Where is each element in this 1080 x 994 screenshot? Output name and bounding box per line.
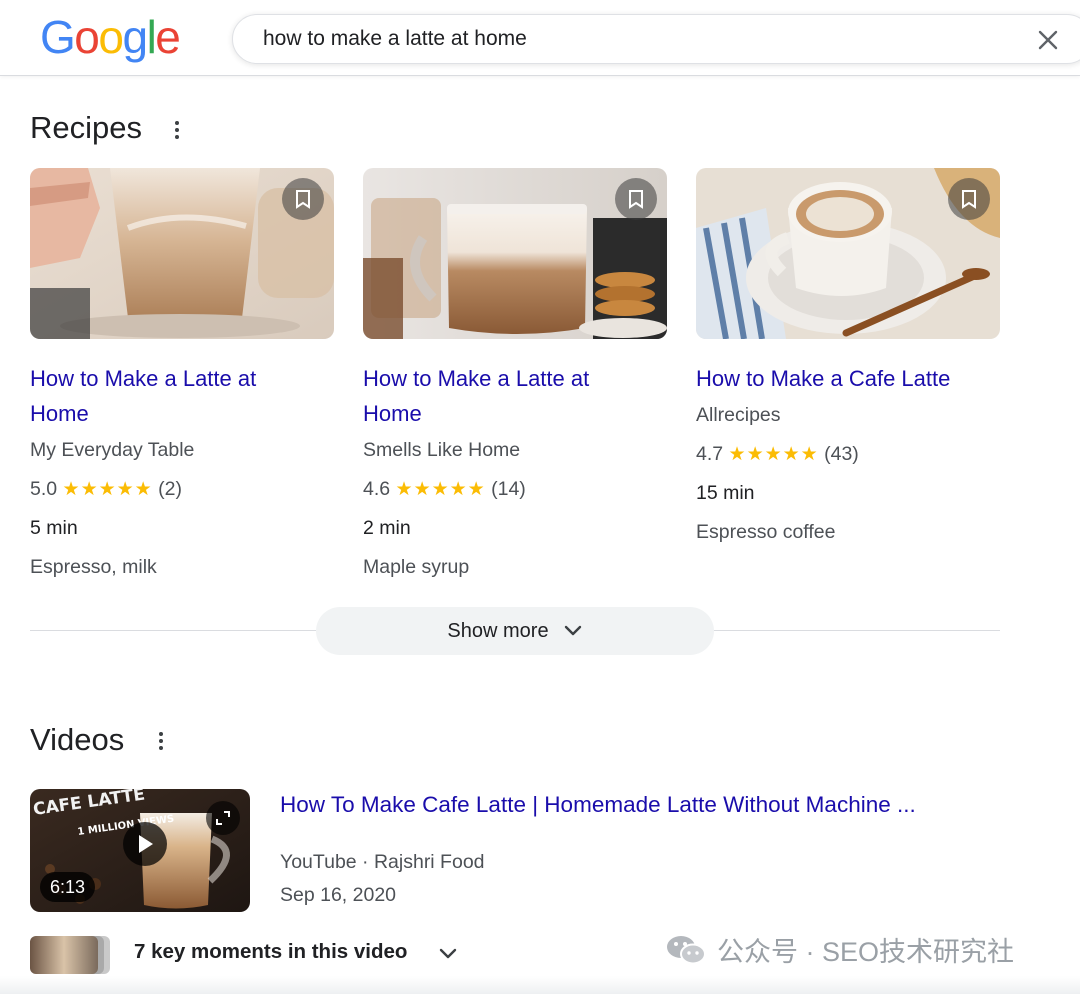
wechat-icon	[667, 935, 706, 964]
review-count: (43)	[824, 443, 859, 465]
logo-letter: o	[98, 11, 124, 63]
recipe-title-link[interactable]: How to Make a Latte at Home	[363, 361, 667, 431]
bottom-edge	[0, 976, 1080, 994]
key-moments-thumbnails[interactable]	[30, 936, 110, 974]
recipe-title-line: How to Make a Cafe Latte	[696, 366, 951, 391]
star-rating-icon: ★★★★★	[728, 444, 819, 465]
bookmark-icon	[629, 190, 643, 209]
logo-letter: o	[74, 11, 100, 63]
recipe-card-2: How to Make a Latte at Home Smells Like H…	[363, 168, 667, 587]
expand-icon	[216, 811, 230, 825]
save-recipe-button[interactable]	[948, 178, 990, 220]
recipe-image-2[interactable]	[363, 168, 667, 339]
key-moment-thumb	[30, 936, 98, 974]
show-more-button[interactable]: Show more	[316, 607, 714, 655]
close-icon	[1038, 30, 1058, 50]
rating-value: 4.6	[363, 478, 391, 500]
recipe-image-1[interactable]	[30, 168, 334, 339]
divider-left	[30, 630, 316, 631]
recipe-rating-row: 4.7 ★★★★★ (43)	[696, 435, 1000, 474]
recipe-source: My Everyday Table	[30, 439, 195, 461]
recipe-rating-row: 5.0 ★★★★★ (2)	[30, 470, 334, 509]
recipe-title-line: Home	[363, 401, 422, 426]
videos-more-options-icon[interactable]	[151, 729, 171, 753]
play-button[interactable]	[123, 822, 167, 866]
recipe-title-link[interactable]: How to Make a Latte at Home	[30, 361, 334, 431]
recipe-card-3: How to Make a Cafe Latte Allrecipes 4.7 …	[696, 168, 1000, 552]
google-logo[interactable]: Google	[40, 11, 181, 63]
recipes-heading: Recipes	[30, 110, 142, 145]
watermark: 公众号 · SEO技术研究社	[665, 930, 1014, 969]
video-duration-badge: 6:13	[40, 872, 96, 902]
recipe-card-1: How to Make a Latte at Home My Everyday T…	[30, 168, 334, 587]
logo-letter: l	[146, 11, 157, 63]
star-rating-icon: ★★★★★	[62, 479, 153, 500]
play-icon	[139, 835, 153, 853]
videos-heading: Videos	[30, 722, 125, 757]
review-count: (2)	[158, 478, 182, 500]
review-count: (14)	[491, 478, 526, 500]
recipe-source: Allrecipes	[696, 404, 781, 426]
video-title-link[interactable]: How To Make Cafe Latte | Homemade Latte …	[280, 792, 916, 818]
logo-letter: G	[40, 11, 76, 63]
recipe-time: 15 min	[696, 482, 755, 504]
recipe-title-line: How to Make a Latte at	[363, 366, 590, 391]
chevron-down-icon[interactable]	[436, 942, 460, 966]
key-moments-toggle[interactable]: 7 key moments in this video	[134, 940, 407, 964]
save-recipe-button[interactable]	[615, 178, 657, 220]
recipes-more-options-icon[interactable]	[167, 118, 187, 142]
recipe-rating-row: 4.6 ★★★★★ (14)	[363, 470, 667, 509]
recipe-time: 5 min	[30, 517, 78, 539]
search-input[interactable]	[263, 15, 1023, 63]
video-thumbnail[interactable]: CAFE LATTE 1 MILLION VIEWS 6:13	[30, 789, 250, 912]
chevron-down-icon	[564, 625, 581, 636]
recipe-source: Smells Like Home	[363, 439, 521, 461]
search-header: Google	[0, 0, 1080, 76]
divider-right	[714, 630, 1000, 631]
recipe-title-line: How to Make a Latte at	[30, 366, 257, 391]
recipe-ingredients: Espresso, milk	[30, 556, 157, 578]
recipe-time: 2 min	[363, 517, 411, 539]
show-more-label: Show more	[447, 619, 549, 642]
save-recipe-button[interactable]	[282, 178, 324, 220]
star-rating-icon: ★★★★★	[395, 479, 486, 500]
logo-letter: g	[122, 11, 148, 63]
recipe-title-link[interactable]: How to Make a Cafe Latte	[696, 361, 1000, 396]
rating-value: 4.7	[696, 443, 724, 465]
recipe-image-3[interactable]	[696, 168, 1000, 339]
bookmark-icon	[962, 190, 976, 209]
video-source: YouTube · Rajshri Food	[280, 851, 485, 873]
clear-search-button[interactable]	[1033, 25, 1063, 55]
recipe-title-line: Home	[30, 401, 89, 426]
expand-preview-button[interactable]	[206, 801, 240, 835]
logo-letter: e	[155, 11, 181, 63]
recipe-ingredients: Espresso coffee	[696, 521, 836, 543]
bookmark-icon	[296, 190, 310, 209]
watermark-text: 公众号 · SEO技术研究社	[717, 937, 1015, 967]
recipe-ingredients: Maple syrup	[363, 556, 470, 578]
video-date: Sep 16, 2020	[280, 884, 397, 906]
search-box	[232, 14, 1080, 64]
rating-value: 5.0	[30, 478, 58, 500]
